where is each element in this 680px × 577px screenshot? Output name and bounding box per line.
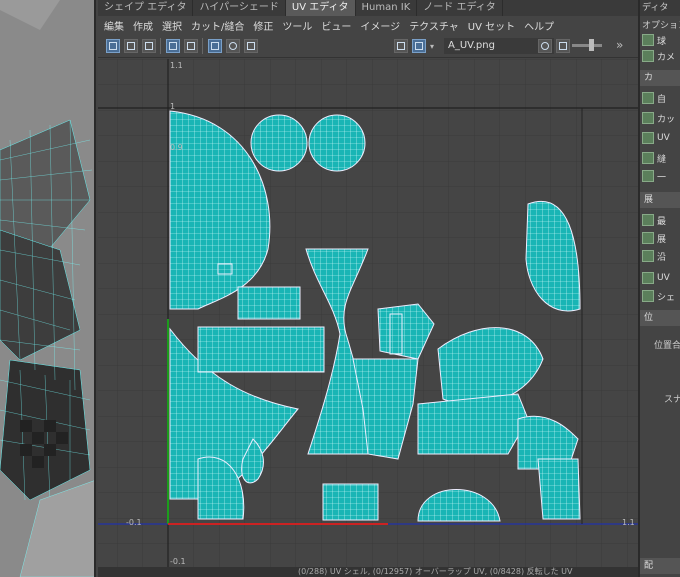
section-unfold[interactable]: 展 (640, 192, 680, 208)
menu-uv-sets[interactable]: UV セット (468, 18, 515, 33)
frame-icon[interactable] (184, 39, 198, 53)
auto-icon (642, 92, 654, 104)
uv-icon (642, 132, 654, 144)
dropdown-icon[interactable]: ▾ (430, 42, 434, 51)
toolkit-item[interactable]: 球 (642, 32, 666, 48)
menu-image[interactable]: イメージ (360, 18, 400, 33)
cut-icon (642, 112, 654, 124)
toolkit-item[interactable]: カメ (642, 48, 675, 64)
straighten-icon (642, 250, 654, 262)
toolkit-item[interactable]: 沿 (642, 248, 666, 264)
merge-icon (642, 170, 654, 182)
3d-viewport[interactable] (0, 0, 96, 577)
snap-label: スナ (664, 395, 680, 405)
menu-cut-sew[interactable]: カット/縫合 (191, 18, 244, 33)
toolkit-item[interactable]: カッ (642, 110, 675, 126)
axis-label-top-v: 1.1 (170, 61, 183, 70)
grid-icon[interactable] (208, 39, 222, 53)
tab-human-ik[interactable]: Human IK (356, 0, 418, 16)
uv-toolkit-panel: ディタ オプション 球 カメ カ 自 カッ UV 縫 一 展 最 展 沿 UV … (638, 0, 680, 577)
axis-label-below-v: -0.1 (170, 557, 186, 566)
optimize-icon (642, 214, 654, 226)
align-label: 位置合 (654, 341, 680, 351)
expand-icon[interactable]: » (616, 38, 623, 52)
toolkit-item[interactable]: 縫 (642, 150, 666, 166)
menu-tools[interactable]: ツール (282, 18, 312, 33)
menu-create[interactable]: 作成 (133, 18, 153, 33)
uv-canvas[interactable]: 1.1 1 0.9 -0.1 1.1 -0.1 (98, 59, 638, 567)
section-align[interactable]: 位 (640, 310, 680, 326)
toolkit-item[interactable]: 展 (642, 230, 666, 246)
tab-node-editor[interactable]: ノード エディタ (417, 0, 503, 16)
menu-view[interactable]: ビュー (321, 18, 351, 33)
menu-edit[interactable]: 編集 (104, 18, 124, 33)
sew-icon (642, 152, 654, 164)
menu-help[interactable]: ヘルプ (524, 18, 554, 33)
tab-hypershade[interactable]: ハイパーシェード (193, 0, 286, 16)
camera-icon[interactable] (244, 39, 258, 53)
gamma-slider[interactable] (572, 44, 602, 47)
wire-icon[interactable] (166, 39, 180, 53)
toolkit-item[interactable]: 最 (642, 212, 666, 228)
status-bar: (0/288) UV シェル, (0/12957) オーバーラップ UV, (0… (98, 567, 638, 577)
shell-icon[interactable] (124, 39, 138, 53)
axis-label-v-one: 1 (170, 102, 176, 111)
checker-icon[interactable] (142, 39, 156, 53)
camera-icon (642, 50, 654, 62)
gamma-slider-knob[interactable] (589, 39, 594, 51)
shell-icon (642, 290, 654, 302)
globe-icon[interactable] (538, 39, 552, 53)
menu-bar: 編集 作成 選択 カット/縫合 修正 ツール ビュー イメージ テクスチャ UV… (98, 16, 638, 34)
options-label[interactable]: オプション (642, 18, 680, 31)
maya-window: シェイプ エディタ ハイパーシェード UV エディタ Human IK ノード … (0, 0, 680, 577)
unfold-icon (642, 232, 654, 244)
toolkit-item[interactable]: 一 (642, 168, 666, 184)
toolkit-item[interactable]: UV (642, 130, 670, 146)
menu-select[interactable]: 選択 (162, 18, 182, 33)
image-exposure-icon[interactable] (556, 39, 570, 53)
select-uv-icon[interactable] (106, 39, 120, 53)
editor-tabs: シェイプ エディタ ハイパーシェード UV エディタ Human IK ノード … (98, 0, 638, 16)
toolkit-item[interactable]: UV (642, 270, 670, 286)
axis-label-v-09: 0.9 (170, 143, 183, 152)
image-icon[interactable] (394, 39, 408, 53)
uv-grid (98, 59, 638, 567)
sphere-icon (642, 34, 654, 46)
uv-editor-panel: シェイプ エディタ ハイパーシェード UV エディタ Human IK ノード … (98, 0, 638, 577)
toolkit-item[interactable]: シェ (642, 288, 675, 304)
panel-header: ディタ (640, 0, 680, 16)
toolbar-separator (202, 38, 203, 54)
toolbar-separator (160, 38, 161, 54)
menu-textures[interactable]: テクスチャ (409, 18, 459, 33)
pattern-icon[interactable] (412, 39, 426, 53)
section-cut[interactable]: カ (640, 70, 680, 86)
menu-modify[interactable]: 修正 (253, 18, 273, 33)
axis-label-left-u: -0.1 (126, 518, 142, 527)
tab-shape-editor[interactable]: シェイプ エディタ (98, 0, 194, 16)
axis-label-bottom-u: 1.1 (622, 518, 635, 527)
toolkit-item[interactable]: 自 (642, 90, 666, 106)
layout-icon (642, 272, 654, 284)
settings-icon[interactable] (226, 39, 240, 53)
uv-toolbar: ▾ A_UV.png » (98, 34, 638, 58)
tab-uv-editor[interactable]: UV エディタ (285, 0, 356, 16)
section-layout[interactable]: 配 (640, 558, 680, 574)
viewport-mesh (0, 0, 94, 577)
